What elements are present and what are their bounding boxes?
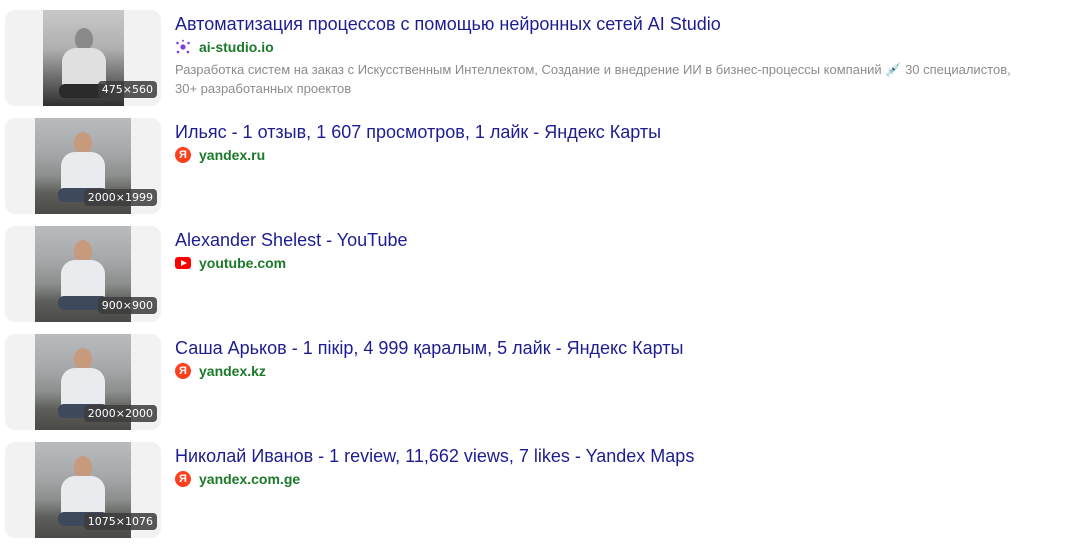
result-title-link[interactable]: Ильяс - 1 отзыв, 1 607 просмотров, 1 лай…	[175, 121, 661, 143]
result-thumbnail[interactable]: 1075×1076	[5, 442, 161, 538]
result-source-link[interactable]: youtube.com	[175, 254, 286, 272]
person-head-shape	[74, 240, 92, 262]
person-head-shape	[74, 28, 93, 50]
image-dimensions: 475×560	[97, 81, 157, 98]
result-thumbnail[interactable]: 2000×1999	[5, 118, 161, 214]
result-host: yandex.com.ge	[199, 471, 301, 487]
image-dimensions: 900×900	[97, 297, 157, 314]
result-host: yandex.kz	[199, 363, 266, 379]
result-description: Разработка систем на заказ с Искусственн…	[175, 62, 1011, 96]
person-head-shape	[74, 456, 92, 478]
result-host: yandex.ru	[199, 147, 266, 163]
person-body-shape	[61, 368, 105, 408]
result-source-link[interactable]: Я yandex.ru	[175, 146, 265, 164]
result-host: youtube.com	[199, 255, 287, 271]
result-item: 475×560 Автоматизация процессов с помощь…	[0, 10, 1080, 106]
yandex-icon: Я	[175, 471, 191, 487]
person-head-shape	[74, 348, 92, 370]
image-dimensions: 2000×1999	[83, 189, 157, 206]
person-body-shape	[61, 260, 105, 300]
result-title-link[interactable]: Alexander Shelest - YouTube	[175, 229, 408, 251]
result-host: ai-studio.io	[199, 39, 274, 55]
image-dimensions: 2000×2000	[83, 405, 157, 422]
yandex-icon: Я	[175, 147, 191, 163]
result-title-link[interactable]: Николай Иванов - 1 review, 11,662 views,…	[175, 445, 694, 467]
result-source-link[interactable]: ai-studio.io	[175, 38, 274, 56]
person-head-shape	[74, 132, 92, 154]
result-item: 1075×1076 Николай Иванов - 1 review, 11,…	[0, 442, 1080, 538]
result-source-link[interactable]: Я yandex.com.ge	[175, 470, 300, 488]
result-source-link[interactable]: Я yandex.kz	[175, 362, 266, 380]
result-thumbnail[interactable]: 2000×2000	[5, 334, 161, 430]
result-item: 2000×2000 Саша Арьков - 1 пікір, 4 999 қ…	[0, 334, 1080, 430]
result-title-link[interactable]: Саша Арьков - 1 пікір, 4 999 қаралым, 5 …	[175, 337, 683, 359]
result-title-link[interactable]: Автоматизация процессов с помощью нейрон…	[175, 13, 721, 35]
result-item: 2000×1999 Ильяс - 1 отзыв, 1 607 просмот…	[0, 118, 1080, 214]
youtube-icon	[175, 257, 191, 269]
result-thumbnail[interactable]: 900×900	[5, 226, 161, 322]
ai-studio-icon	[175, 39, 191, 55]
person-body-shape	[61, 476, 105, 516]
result-item: 900×900 Alexander Shelest - YouTube yout…	[0, 226, 1080, 322]
yandex-icon: Я	[175, 363, 191, 379]
result-thumbnail[interactable]: 475×560	[5, 10, 161, 106]
person-body-shape	[61, 152, 105, 192]
image-dimensions: 1075×1076	[83, 513, 157, 530]
